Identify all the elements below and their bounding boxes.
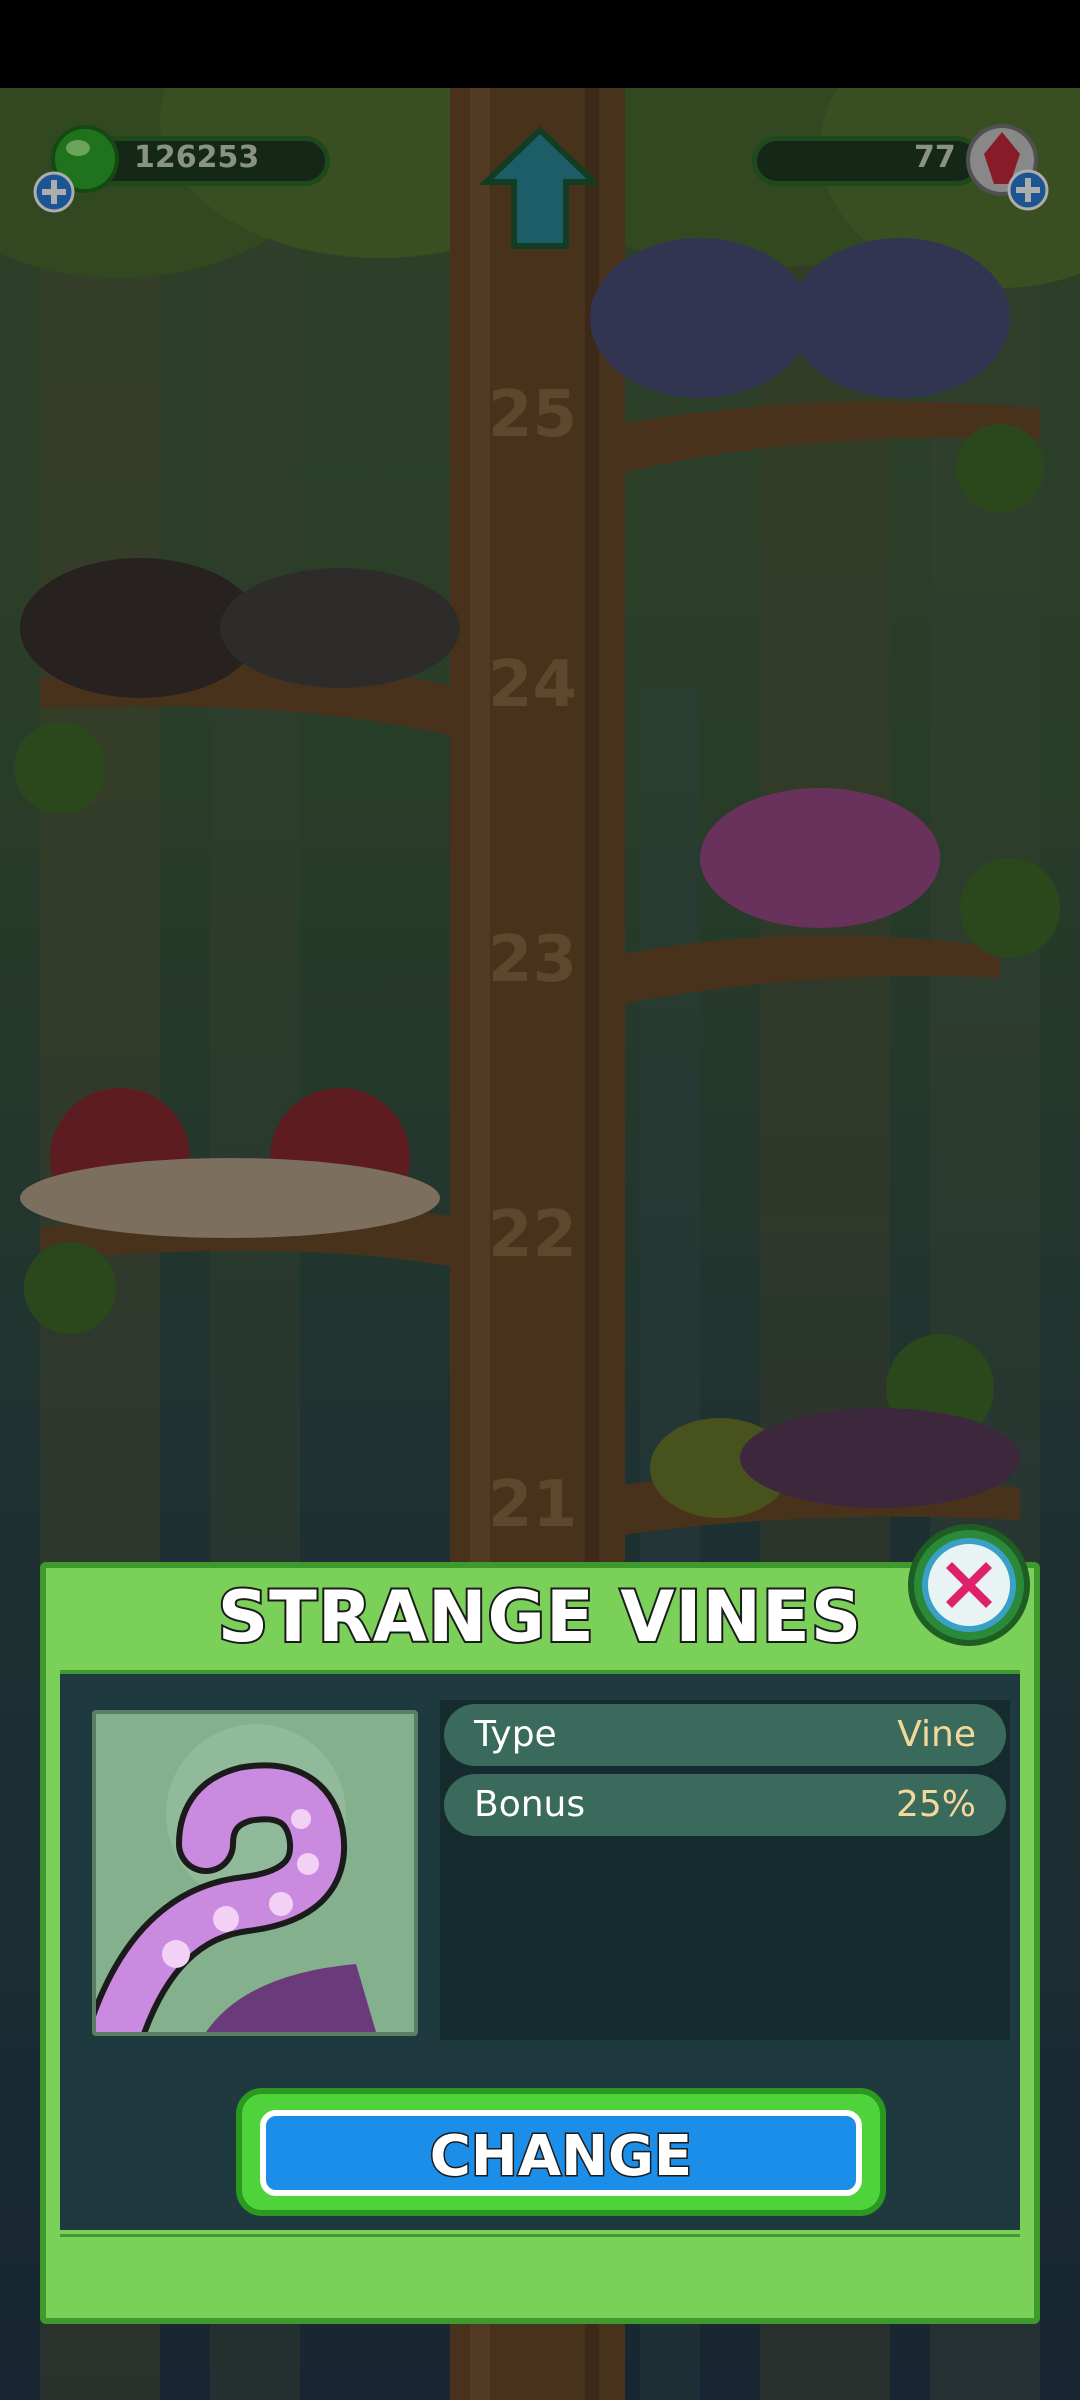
- stat-value: 25%: [895, 1784, 976, 1825]
- item-thumbnail: [92, 1710, 418, 2036]
- stat-row-type: Type Vine: [444, 1704, 1006, 1766]
- panel-body: Type Vine Bonus 25% CHANGE: [60, 1670, 1020, 2230]
- panel-footer: [60, 2234, 1020, 2308]
- stat-label: Type: [474, 1714, 557, 1755]
- stat-row-bonus: Bonus 25%: [444, 1774, 1006, 1836]
- change-button[interactable]: CHANGE: [236, 2088, 886, 2216]
- status-bar: [0, 0, 1080, 88]
- tentacle-vine-icon: [96, 1724, 376, 2032]
- stat-label: Bonus: [474, 1784, 586, 1825]
- change-button-face[interactable]: CHANGE: [260, 2110, 862, 2196]
- change-button-label: CHANGE: [428, 2123, 693, 2191]
- item-info-panel: STRANGE VINES Type Vine Bonus 25% CHANGE: [40, 1562, 1040, 2324]
- panel-title: STRANGE VINES: [216, 1574, 864, 1660]
- item-stats: Type Vine Bonus 25%: [440, 1700, 1010, 2040]
- stat-value: Vine: [897, 1714, 976, 1755]
- close-icon[interactable]: [904, 1520, 1034, 1650]
